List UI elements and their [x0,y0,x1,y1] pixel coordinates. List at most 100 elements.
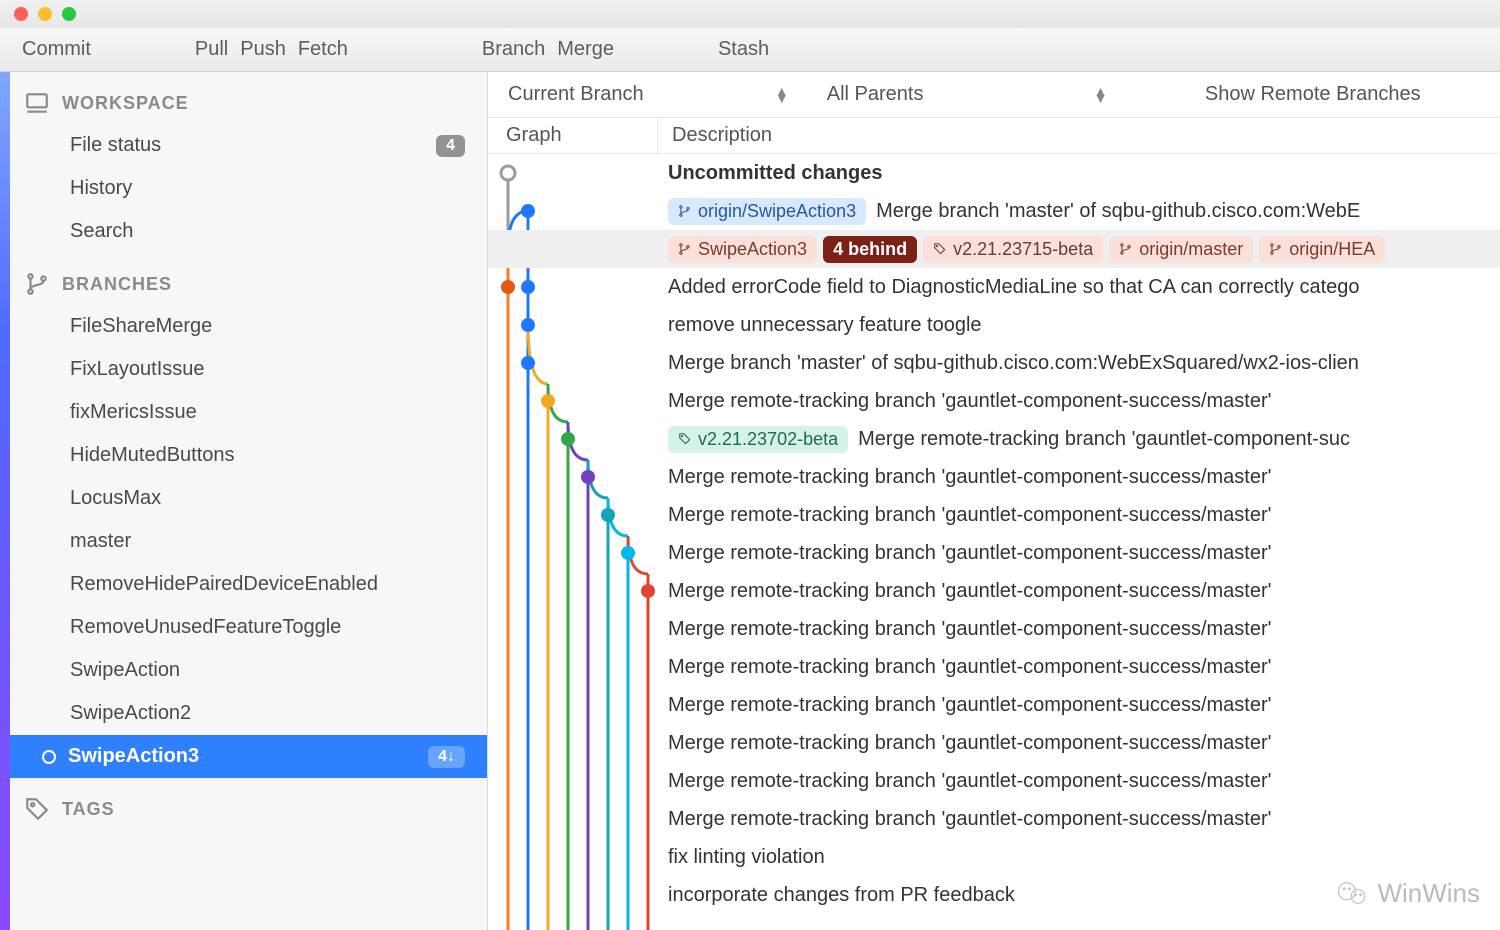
sidebar-item-label: RemoveUnusedFeatureToggle [70,616,341,639]
graph-column-header[interactable]: Graph [488,118,658,153]
branch-chip-origin-swipeaction3[interactable]: origin/SwipeAction3 [668,198,866,225]
main-toolbar: Commit Pull Push Fetch Branch Merge Stas… [0,28,1500,72]
tags-section-header[interactable]: TAGS [0,778,487,830]
sidebar-item-history[interactable]: History [0,167,487,210]
commit-row[interactable]: Merge remote-tracking branch 'gauntlet-c… [488,610,1500,648]
branch-chip-origin-head[interactable]: origin/HEA [1259,236,1385,263]
commit-row[interactable]: Added errorCode field to DiagnosticMedia… [488,268,1500,306]
fetch-button[interactable]: Fetch [298,38,348,61]
branch-button[interactable]: Branch [482,38,545,61]
branch-behind-badge: 4↓ [428,746,465,768]
sidebar-branch-fixmericsissue[interactable]: fixMericsIssue [0,391,487,434]
commit-desc: Merge remote-tracking branch 'gauntlet-c… [668,542,1271,565]
monitor-icon [24,90,50,116]
watermark-text: WinWins [1377,878,1480,909]
commit-desc: Added errorCode field to DiagnosticMedia… [668,276,1360,299]
sidebar-item-file-status[interactable]: File status 4 [0,124,487,167]
sidebar-item-label: FileShareMerge [70,315,212,338]
commit-row[interactable]: Merge remote-tracking branch 'gauntlet-c… [488,800,1500,838]
commit-row[interactable]: fix linting violation [488,838,1500,876]
sidebar-item-label: SwipeAction3 [68,745,199,768]
push-button[interactable]: Push [240,38,286,61]
commit-button[interactable]: Commit [22,38,91,61]
main-panel: Current Branch ▲▼ All Parents ▲▼ Show Re… [488,72,1500,930]
branch-icon [1119,242,1133,256]
tags-section-label: TAGS [62,799,115,820]
chip-label: origin/SwipeAction3 [698,201,856,222]
commit-desc: Merge remote-tracking branch 'gauntlet-c… [668,618,1271,641]
commit-row[interactable]: Merge remote-tracking branch 'gauntlet-c… [488,496,1500,534]
commit-row[interactable]: Merge remote-tracking branch 'gauntlet-c… [488,686,1500,724]
tag-icon [24,796,50,822]
description-column-header[interactable]: Description [658,124,772,147]
commit-row[interactable]: Merge remote-tracking branch 'gauntlet-c… [488,382,1500,420]
commit-desc: remove unnecessary feature toogle [668,314,982,337]
current-branch-dropdown[interactable]: Current Branch ▲▼ [488,83,807,106]
show-remote-toggle[interactable]: Show Remote Branches [1126,83,1500,106]
tag-chip[interactable]: v2.21.23715-beta [923,236,1103,263]
workspace-section-header[interactable]: WORKSPACE [0,72,487,124]
commit-row[interactable]: origin/SwipeAction3 Merge branch 'master… [488,192,1500,230]
window-left-accent [0,72,10,930]
commit-row[interactable]: Merge remote-tracking branch 'gauntlet-c… [488,762,1500,800]
commit-row[interactable]: Merge remote-tracking branch 'gauntlet-c… [488,724,1500,762]
branches-section-header[interactable]: BRANCHES [0,253,487,305]
window-close-button[interactable] [14,7,28,21]
commit-row[interactable]: Merge remote-tracking branch 'gauntlet-c… [488,458,1500,496]
sidebar-branch-removeunusedfeaturetoggle[interactable]: RemoveUnusedFeatureToggle [0,606,487,649]
branch-icon [1269,242,1283,256]
tag-chip[interactable]: v2.21.23702-beta [668,426,848,453]
sidebar-item-search[interactable]: Search [0,210,487,253]
commit-row[interactable]: remove unnecessary feature toogle [488,306,1500,344]
sidebar-branch-locusmax[interactable]: LocusMax [0,477,487,520]
branch-chip-swipeaction3[interactable]: SwipeAction3 [668,236,817,263]
branch-icon [24,271,50,297]
commit-desc: fix linting violation [668,846,825,869]
commit-desc: Merge remote-tracking branch 'gauntlet-c… [668,694,1271,717]
sidebar-branch-filesharemerge[interactable]: FileShareMerge [0,305,487,348]
updown-icon: ▲▼ [775,88,787,102]
sidebar-item-label: master [70,530,131,553]
commit-row-selected[interactable]: SwipeAction3 4 behind v2.21.23715-beta o… [488,230,1500,268]
commit-desc: incorporate changes from PR feedback [668,884,1015,907]
commit-desc: Merge remote-tracking branch 'gauntlet-c… [668,808,1271,831]
commit-row[interactable]: Merge remote-tracking branch 'gauntlet-c… [488,648,1500,686]
chip-label: v2.21.23715-beta [953,239,1093,260]
commit-desc: Merge branch 'master' of sqbu-github.cis… [876,200,1360,223]
pull-button[interactable]: Pull [195,38,228,61]
sidebar-item-label: History [70,177,132,200]
commit-desc: Merge remote-tracking branch 'gauntlet-c… [668,466,1271,489]
updown-icon: ▲▼ [1094,88,1106,102]
commit-row-uncommitted[interactable]: Uncommitted changes [488,154,1500,192]
stash-button[interactable]: Stash [718,38,769,61]
sidebar-item-label: RemoveHidePairedDeviceEnabled [70,573,378,596]
commit-desc: Merge remote-tracking branch 'gauntlet-c… [668,504,1271,527]
sidebar-branch-swipeaction3[interactable]: SwipeAction3 4↓ [0,735,487,778]
watermark: WinWins [1335,876,1480,910]
sidebar-item-label: HideMutedButtons [70,444,235,467]
commit-row[interactable]: Merge remote-tracking branch 'gauntlet-c… [488,572,1500,610]
sidebar-item-label: LocusMax [70,487,161,510]
ancestor-dropdown[interactable]: All Parents ▲▼ [807,83,1126,106]
sidebar-branch-master[interactable]: master [0,520,487,563]
commit-row[interactable]: v2.21.23702-beta Merge remote-tracking b… [488,420,1500,458]
window-minimize-button[interactable] [38,7,52,21]
merge-button[interactable]: Merge [557,38,614,61]
sidebar-branch-swipeaction[interactable]: SwipeAction [0,649,487,692]
commit-desc: Merge remote-tracking branch 'gauntlet-c… [668,580,1271,603]
tag-icon [933,242,947,256]
column-headers: Graph Description [488,118,1500,154]
branch-chip-origin-master[interactable]: origin/master [1109,236,1253,263]
sidebar-branch-fixlayoutissue[interactable]: FixLayoutIssue [0,348,487,391]
current-branch-indicator-icon [42,750,56,764]
commit-desc: Merge remote-tracking branch 'gauntlet-c… [668,390,1271,413]
commit-row[interactable]: Merge remote-tracking branch 'gauntlet-c… [488,534,1500,572]
commit-row[interactable]: Merge branch 'master' of sqbu-github.cis… [488,344,1500,382]
sidebar-branch-removehidepaireddeviceenabled[interactable]: RemoveHidePairedDeviceEnabled [0,563,487,606]
tag-icon [678,432,692,446]
sidebar-item-label: SwipeAction [70,659,180,682]
window-maximize-button[interactable] [62,7,76,21]
sidebar-branch-swipeaction2[interactable]: SwipeAction2 [0,692,487,735]
sidebar-branch-hidemutedbuttons[interactable]: HideMutedButtons [0,434,487,477]
wechat-icon [1335,876,1369,910]
